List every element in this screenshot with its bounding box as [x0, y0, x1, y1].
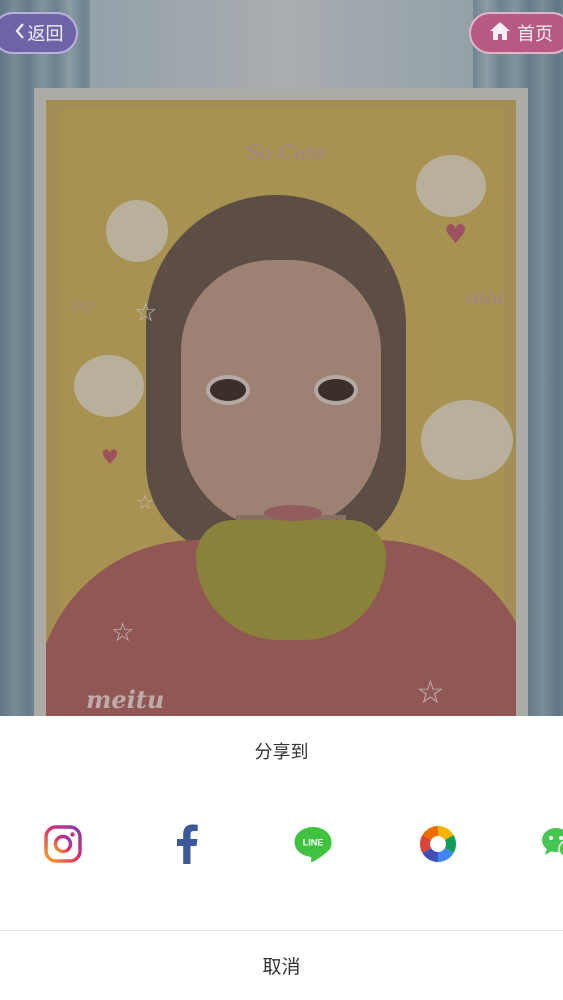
app-background: So Cute miu PU ♥ ♥ ☆ ☆ ☆ ☆ meitu 返回 首页 — [0, 0, 563, 716]
back-label: 返回 — [27, 24, 64, 45]
share-wechat-button[interactable] — [540, 822, 563, 866]
home-label: 首页 — [517, 24, 553, 45]
share-targets: LINE — [0, 822, 563, 866]
share-photos-button[interactable] — [416, 822, 460, 866]
cancel-button[interactable]: 取消 — [0, 931, 563, 1000]
photos-icon — [419, 826, 457, 862]
share-instagram-button[interactable] — [41, 822, 85, 866]
share-sheet-title: 分享到 — [254, 742, 309, 763]
back-button[interactable]: 返回 — [0, 12, 78, 54]
cancel-label: 取消 — [262, 956, 301, 978]
home-button[interactable]: 首页 — [469, 12, 563, 54]
share-line-button[interactable]: LINE — [291, 822, 335, 866]
home-icon — [489, 21, 511, 46]
wechat-icon — [542, 828, 563, 858]
line-icon: LINE — [294, 827, 332, 862]
share-facebook-button[interactable] — [165, 822, 209, 866]
chevron-left-icon — [15, 22, 25, 44]
facebook-icon — [177, 824, 198, 864]
dim-overlay[interactable] — [0, 0, 563, 716]
instagram-icon — [44, 825, 82, 863]
share-screen: So Cute miu PU ♥ ♥ ☆ ☆ ☆ ☆ meitu 返回 首页 分… — [0, 0, 563, 1000]
svg-text:LINE: LINE — [303, 838, 324, 848]
share-sheet: 分享到 LINE 取消 — [0, 716, 563, 1000]
